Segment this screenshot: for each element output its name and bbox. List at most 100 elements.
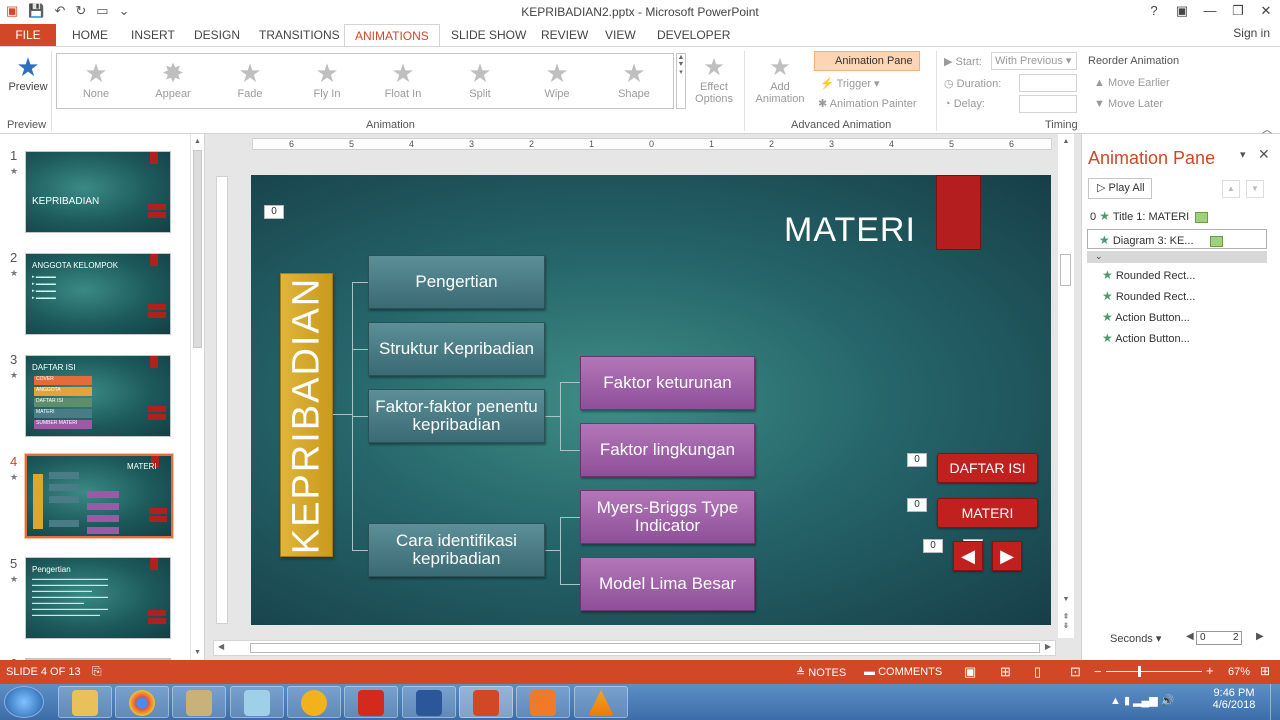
tab-file[interactable]: FILE [0, 24, 56, 46]
materi-button[interactable]: MATERI [937, 498, 1038, 528]
daftar-isi-button[interactable]: DAFTAR ISI [937, 453, 1038, 483]
animation-item[interactable]: ★ Rounded Rect... [1102, 286, 1195, 306]
notepad-taskbar-icon[interactable] [230, 686, 284, 718]
gallery-scroll[interactable]: ▲ ▼ ▾ [676, 53, 686, 109]
vlc-taskbar-icon[interactable] [574, 686, 628, 718]
anim-fade[interactable]: ★ Fade [215, 58, 285, 100]
start-button[interactable] [4, 686, 44, 718]
animation-item-selected[interactable]: ★ Diagram 3: KE... [1087, 229, 1267, 249]
previous-slide-button[interactable]: ◀ [953, 541, 983, 571]
recorder-taskbar-icon[interactable] [516, 686, 570, 718]
editor-horizontal-scrollbar[interactable]: ◀ ▶ [213, 640, 1056, 656]
add-animation-button[interactable]: ★ Add Animation [750, 55, 810, 106]
animation-item[interactable]: ★ Action Button... [1102, 307, 1190, 327]
thumbnail-scrollbar[interactable]: ▲ ▼ [190, 134, 204, 660]
zoom-out-icon[interactable]: − [1094, 664, 1102, 679]
animation-item[interactable]: ★ Action Button... [1102, 328, 1190, 348]
anim-none[interactable]: ★ None [61, 58, 131, 100]
move-later-button[interactable]: ▼ Move Later [1094, 98, 1163, 110]
tab-design[interactable]: DESIGN [194, 24, 240, 46]
box-faktor-keturunan[interactable]: Faktor keturunan [580, 356, 755, 410]
timeline-scroll-right[interactable]: ▶ [1256, 631, 1264, 642]
powerpoint-taskbar-icon[interactable] [459, 686, 513, 718]
effect-options-button[interactable]: ★ Effect Options [690, 55, 738, 106]
kepribadian-box[interactable]: KEPRIBADIAN [280, 273, 333, 557]
editor-vertical-scrollbar[interactable]: ▲ ▼ ⇞ ⇟ [1058, 134, 1074, 638]
slide-thumbnail-5[interactable]: Pengertian ▬▬▬▬▬▬▬▬▬▬▬▬▬▬▬▬▬▬▬ ▬▬▬▬▬▬▬▬▬▬… [25, 557, 171, 639]
next-slide-button[interactable]: ▶ [992, 541, 1022, 571]
notes-button[interactable]: ≜ NOTES [796, 666, 846, 679]
move-down-icon[interactable]: ▼ [1246, 180, 1264, 198]
box-faktor-lingkungan[interactable]: Faktor lingkungan [580, 423, 755, 477]
pane-options-icon[interactable]: ▾ [1240, 148, 1246, 161]
box-struktur-kepribadian[interactable]: Struktur Kepribadian [368, 322, 545, 376]
flash-taskbar-icon[interactable] [344, 686, 398, 718]
restore-icon[interactable]: ❐ [1224, 0, 1252, 24]
expand-contents-bar[interactable]: ⌄ [1087, 251, 1267, 263]
anim-wipe[interactable]: ★ Wipe [522, 58, 592, 100]
anim-fly-in[interactable]: ★ Fly In [292, 58, 362, 100]
anim-split[interactable]: ★ Split [445, 58, 515, 100]
animation-tag[interactable]: 0 [907, 453, 927, 467]
animation-tag[interactable]: 0 [923, 539, 943, 553]
move-earlier-button[interactable]: ▲ Move Earlier [1094, 77, 1170, 89]
animation-item[interactable]: 0 ★ Title 1: MATERI [1090, 206, 1209, 226]
tab-transitions[interactable]: TRANSITIONS [259, 24, 340, 46]
anim-float-in[interactable]: ★ Float In [368, 58, 438, 100]
slide-sorter-icon[interactable]: ⊞ [1000, 664, 1011, 680]
tab-insert[interactable]: INSERT [131, 24, 175, 46]
animation-tag[interactable]: 0 [907, 498, 927, 512]
timeline-scroll-left[interactable]: ◀ [1186, 631, 1194, 642]
slide-thumbnail-1[interactable]: KEPRIBADIAN [25, 151, 171, 233]
delay-input[interactable] [1019, 95, 1077, 113]
show-desktop-button[interactable] [1270, 684, 1280, 720]
tab-review[interactable]: REVIEW [541, 24, 588, 46]
audio-taskbar-icon[interactable] [287, 686, 341, 718]
tray-icons[interactable]: ▲ ▮ ▂▄▆ 🔊 [1110, 694, 1175, 707]
close-icon[interactable]: ✕ [1252, 0, 1280, 24]
animation-painter-button[interactable]: ✱ Animation Painter [818, 97, 917, 110]
pane-close-icon[interactable]: ✕ [1258, 146, 1270, 163]
seconds-dropdown[interactable]: Seconds ▾ [1110, 632, 1161, 645]
animation-tag[interactable]: 0 [264, 205, 284, 219]
word-taskbar-icon[interactable] [402, 686, 456, 718]
play-all-button[interactable]: ▷ Play All [1088, 178, 1152, 199]
slide-thumbnail-4[interactable]: MATERI [24, 453, 174, 539]
box-faktor-penentu[interactable]: Faktor-faktor penentu kepribadian [368, 389, 545, 443]
anim-appear[interactable]: ✸ Appear [138, 58, 208, 100]
slideshow-icon[interactable]: ⊡ [1070, 664, 1081, 680]
slide-thumbnail-3[interactable]: DAFTAR ISI COVER ANGGOTA DAFTAR ISI MATE… [25, 355, 171, 437]
chrome-taskbar-icon[interactable] [115, 686, 169, 718]
tab-home[interactable]: HOME [72, 24, 108, 46]
anim-shape[interactable]: ★ Shape [599, 58, 669, 100]
trigger-button[interactable]: ⚡ Trigger ▾ [820, 77, 880, 90]
explorer-taskbar-icon[interactable] [58, 686, 112, 718]
slide-title[interactable]: MATERI [784, 211, 916, 250]
preview-button[interactable]: ★ Preview [8, 53, 48, 93]
reading-view-icon[interactable]: ▯ [1034, 664, 1041, 680]
zoom-level[interactable]: 67% [1228, 666, 1250, 678]
tab-developer[interactable]: DEVELOPER [657, 24, 730, 46]
slide-thumbnail-2[interactable]: ANGGOTA KELOMPOK ▸ ▬▬▬▬ ▸ ▬▬▬▬ ▸ ▬▬▬▬ ▸ ▬▬▬… [25, 253, 171, 335]
help-button[interactable]: ? [1140, 0, 1168, 24]
slide-canvas[interactable]: 0 MATERI KEPRIBADIAN Pengertian Struktur… [251, 175, 1051, 625]
animation-item[interactable]: ★ Rounded Rect... [1102, 265, 1195, 285]
duration-input[interactable] [1019, 74, 1077, 92]
paint-taskbar-icon[interactable] [172, 686, 226, 718]
tab-view[interactable]: VIEW [605, 24, 636, 46]
tab-animations[interactable]: ANIMATIONS [344, 24, 440, 47]
fit-slide-icon[interactable]: ⊞ [1260, 664, 1270, 678]
animation-pane-button[interactable]: Animation Pane [814, 51, 920, 71]
zoom-in-icon[interactable]: + [1206, 663, 1214, 678]
box-myers-briggs[interactable]: Myers-Briggs Type Indicator [580, 490, 755, 544]
clock[interactable]: 9:46 PM 4/6/2018 [1208, 687, 1260, 711]
move-up-icon[interactable]: ▲ [1222, 180, 1240, 198]
start-select[interactable]: With Previous ▾ [991, 52, 1077, 70]
tab-slide-show[interactable]: SLIDE SHOW [451, 24, 526, 46]
ribbon-display-icon[interactable]: ▣ [1168, 0, 1196, 24]
box-pengertian[interactable]: Pengertian [368, 255, 545, 309]
spellcheck-icon[interactable]: ⎘ [92, 664, 102, 679]
box-model-lima-besar[interactable]: Model Lima Besar [580, 557, 755, 611]
zoom-slider[interactable] [1106, 671, 1202, 672]
comments-button[interactable]: ▬ COMMENTS [864, 666, 942, 678]
